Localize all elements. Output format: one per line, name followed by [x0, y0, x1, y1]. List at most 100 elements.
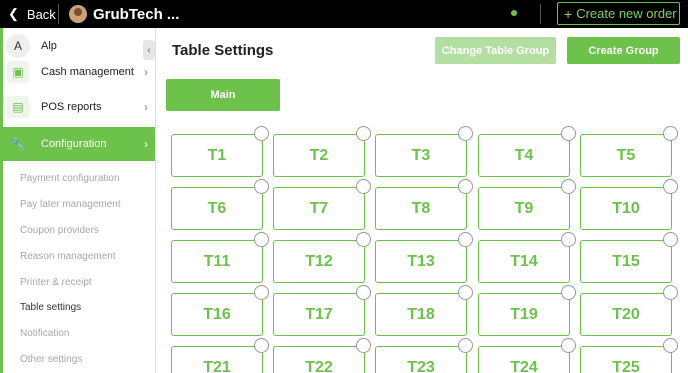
table-select-radio[interactable]	[356, 126, 371, 141]
table-select-radio[interactable]	[561, 126, 576, 141]
create-new-order-button[interactable]: + Create new order	[557, 2, 680, 25]
table-card[interactable]: T3	[375, 134, 467, 177]
change-table-group-button[interactable]: Change Table Group	[435, 37, 556, 64]
submenu-other-settings[interactable]: Other settings	[20, 354, 82, 365]
table-label: T24	[510, 358, 538, 373]
table-label: T16	[203, 305, 231, 323]
sidebar-item-pos-reports[interactable]: ▤ POS reports ›	[3, 91, 155, 123]
submenu-reason-management[interactable]: Reason management	[20, 251, 116, 262]
table-card[interactable]: T4	[478, 134, 570, 177]
table-label: T2	[309, 146, 329, 164]
table-select-radio[interactable]	[254, 232, 269, 247]
table-label: T22	[305, 358, 333, 373]
sidebar-item-configuration[interactable]: 🔧 Configuration ›	[3, 127, 155, 161]
table-select-radio[interactable]	[254, 179, 269, 194]
table-card[interactable]: T24	[478, 346, 570, 373]
table-card[interactable]: T14	[478, 240, 570, 283]
table-card[interactable]: T1	[171, 134, 263, 177]
main-content: Table Settings Change Table Group Create…	[156, 28, 688, 373]
table-select-radio[interactable]	[356, 285, 371, 300]
table-card[interactable]: T20	[580, 293, 672, 336]
table-card[interactable]: T10	[580, 187, 672, 230]
table-select-radio[interactable]	[663, 338, 678, 353]
table-select-radio[interactable]	[356, 179, 371, 194]
table-card[interactable]: T17	[273, 293, 365, 336]
table-label: T15	[612, 252, 640, 270]
table-label: T13	[407, 252, 435, 270]
table-card[interactable]: T21	[171, 346, 263, 373]
table-select-radio[interactable]	[356, 338, 371, 353]
table-label: T11	[203, 252, 231, 270]
table-select-radio[interactable]	[561, 179, 576, 194]
user-profile[interactable]: A Alp	[6, 34, 57, 58]
table-label: T18	[407, 305, 435, 323]
table-card[interactable]: T2	[273, 134, 365, 177]
submenu-payment-configuration[interactable]: Payment configuration	[20, 173, 120, 184]
table-select-radio[interactable]	[663, 232, 678, 247]
table-card[interactable]: T5	[580, 134, 672, 177]
table-select-radio[interactable]	[561, 338, 576, 353]
submenu-coupon-providers[interactable]: Coupon providers	[20, 225, 99, 236]
table-select-radio[interactable]	[561, 285, 576, 300]
chevron-right-icon: ›	[144, 137, 148, 151]
table-select-radio[interactable]	[254, 285, 269, 300]
chevron-left-icon: ❮	[8, 6, 19, 21]
table-card[interactable]: T22	[273, 346, 365, 373]
chevron-right-icon: ›	[144, 100, 148, 114]
table-label: T21	[203, 358, 231, 373]
plus-icon: +	[564, 5, 573, 22]
table-select-radio[interactable]	[663, 126, 678, 141]
table-label: T8	[411, 199, 431, 217]
table-select-radio[interactable]	[458, 179, 473, 194]
sidebar-item-label: POS reports	[41, 101, 102, 113]
table-card[interactable]: T13	[375, 240, 467, 283]
table-select-radio[interactable]	[663, 285, 678, 300]
table-label: T6	[207, 199, 227, 217]
table-select-radio[interactable]	[254, 126, 269, 141]
table-card[interactable]: T6	[171, 187, 263, 230]
table-card[interactable]: T25	[580, 346, 672, 373]
app-name[interactable]: GrubTech ...	[93, 6, 179, 23]
sidebar-item-cash-management[interactable]: ▣ Cash management ›	[3, 56, 155, 88]
table-select-radio[interactable]	[356, 232, 371, 247]
divider	[540, 4, 541, 24]
table-card[interactable]: T16	[171, 293, 263, 336]
table-card[interactable]: T9	[478, 187, 570, 230]
table-card[interactable]: T18	[375, 293, 467, 336]
back-label: Back	[26, 6, 56, 22]
top-bar: ❮ Back GrubTech ... + Create new order	[0, 0, 688, 28]
table-card[interactable]: T19	[478, 293, 570, 336]
table-select-radio[interactable]	[458, 126, 473, 141]
table-select-radio[interactable]	[561, 232, 576, 247]
table-label: T19	[510, 305, 538, 323]
submenu-pay-later-management[interactable]: Pay later management	[20, 199, 121, 210]
sidebar: A Alp ‹ ▣ Cash management › ▤ POS report…	[0, 28, 156, 373]
avatar: A	[6, 34, 30, 58]
table-select-radio[interactable]	[458, 232, 473, 247]
table-label: T5	[616, 146, 636, 164]
table-select-radio[interactable]	[458, 338, 473, 353]
table-card[interactable]: T23	[375, 346, 467, 373]
submenu-table-settings[interactable]: Table settings	[20, 302, 81, 313]
table-label: T7	[309, 199, 329, 217]
submenu-notification[interactable]: Notification	[20, 328, 69, 339]
table-select-radio[interactable]	[254, 338, 269, 353]
table-select-radio[interactable]	[663, 179, 678, 194]
create-group-button[interactable]: Create Group	[567, 37, 680, 64]
tab-main[interactable]: Main	[166, 79, 280, 111]
report-icon: ▤	[7, 96, 29, 118]
sidebar-item-label: Configuration	[41, 138, 107, 150]
table-label: T12	[305, 252, 333, 270]
table-select-radio[interactable]	[458, 285, 473, 300]
table-card[interactable]: T11	[171, 240, 263, 283]
create-new-order-label: Create new order	[576, 6, 677, 21]
back-button[interactable]: ❮ Back	[0, 0, 58, 28]
table-card[interactable]: T15	[580, 240, 672, 283]
table-card[interactable]: T12	[273, 240, 365, 283]
table-label: T3	[411, 146, 431, 164]
submenu-printer-receipt[interactable]: Printer & receipt	[20, 277, 92, 288]
table-label: T4	[514, 146, 534, 164]
table-label: T10	[612, 199, 640, 217]
table-card[interactable]: T8	[375, 187, 467, 230]
table-card[interactable]: T7	[273, 187, 365, 230]
